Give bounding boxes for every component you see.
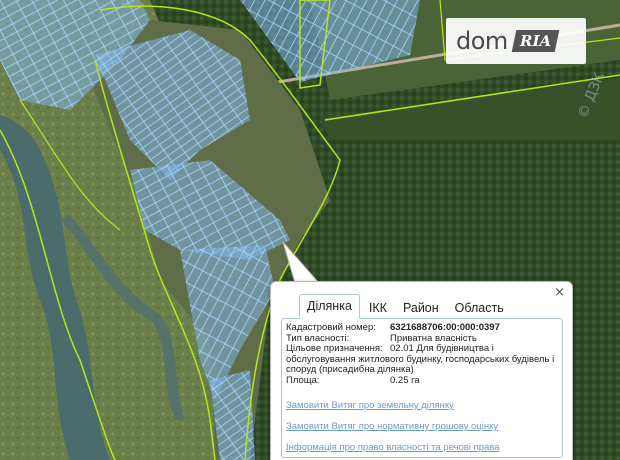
tab-district[interactable]: Район bbox=[396, 298, 446, 319]
popup-pointer bbox=[282, 242, 321, 284]
tab-ikk[interactable]: ІКК bbox=[362, 298, 394, 319]
popup-links: Замовити Витяг про земельну ділянку Замо… bbox=[286, 400, 557, 453]
cadastral-value: 6321688706:00:000:0397 bbox=[390, 322, 500, 333]
cadastral-label: Кадастровий номер: bbox=[286, 322, 376, 333]
ownership-info-link[interactable]: Інформація про право власності та речові… bbox=[286, 442, 557, 453]
logo-badge: RIA bbox=[511, 30, 560, 52]
logo-text: dom bbox=[456, 27, 508, 55]
tab-region[interactable]: Область bbox=[448, 298, 511, 319]
area-row: Площа: 0.25 га bbox=[286, 374, 557, 387]
area-value: 0.25 га bbox=[390, 374, 420, 386]
purpose-row: Цільове призначення: 02.01 Для будівницт… bbox=[286, 343, 557, 376]
cadastral-row: Кадастровий номер: 6321688706:00:000:039… bbox=[286, 322, 557, 334]
purpose-value: 02.01 Для будівництва і обслуговування ж… bbox=[286, 343, 555, 375]
order-valuation-extract-link[interactable]: Замовити Витяг про нормативну грошову оц… bbox=[286, 421, 557, 432]
order-parcel-extract-link[interactable]: Замовити Витяг про земельну ділянку bbox=[286, 400, 557, 411]
parcel-info-popup: × Ділянка ІКК Район Область Кадастровий … bbox=[270, 281, 573, 460]
popup-tabs: Ділянка ІКК Район Область bbox=[299, 294, 513, 319]
domria-logo: dom RIA bbox=[446, 18, 586, 64]
tab-parcel[interactable]: Ділянка bbox=[299, 294, 360, 319]
close-button[interactable]: × bbox=[554, 286, 565, 300]
area-label: Площа: bbox=[286, 374, 320, 386]
parcel-details: Кадастровий номер: 6321688706:00:000:039… bbox=[281, 318, 563, 458]
